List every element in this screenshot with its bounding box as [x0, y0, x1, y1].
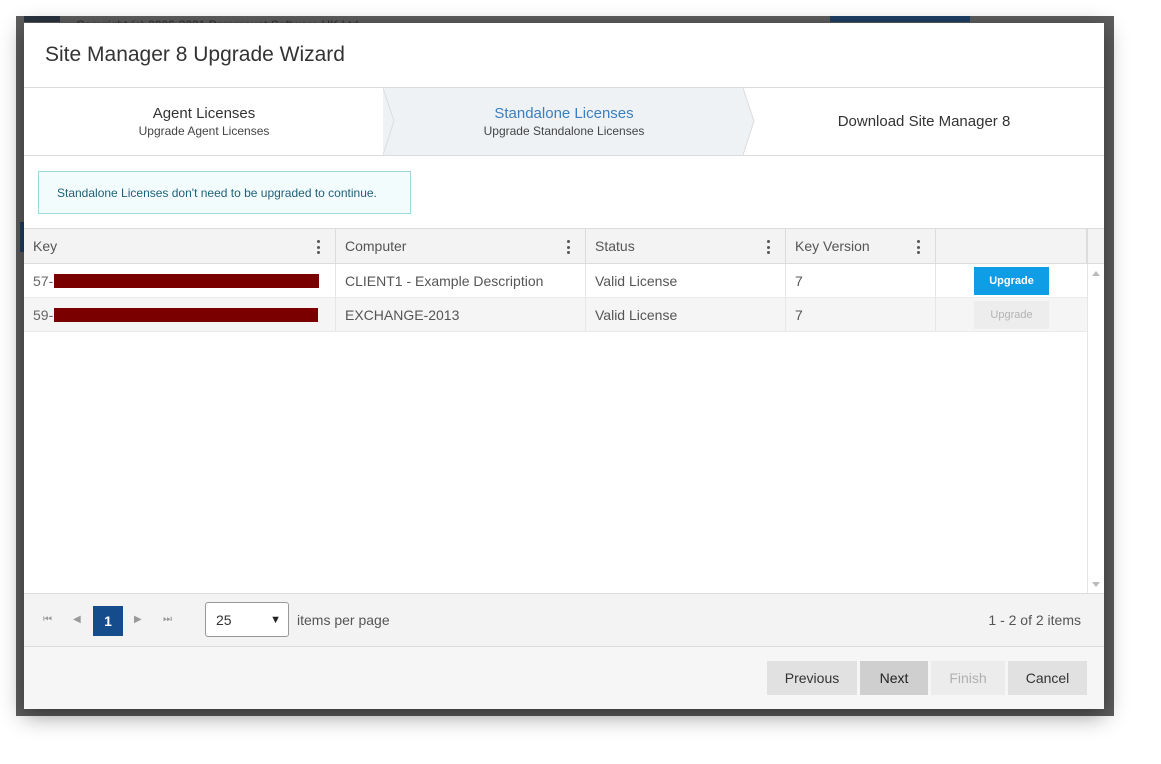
step-agent-licenses[interactable]: Agent Licenses Upgrade Agent Licenses: [24, 88, 384, 155]
wizard-steps: Agent Licenses Upgrade Agent Licenses St…: [24, 88, 1104, 156]
dialog-header: Site Manager 8 Upgrade Wizard: [24, 23, 1104, 88]
scroll-down-icon[interactable]: [1092, 582, 1100, 587]
column-header-status[interactable]: Status: [586, 229, 786, 263]
pager-info: 1 - 2 of 2 items: [988, 612, 1081, 628]
table-row[interactable]: 59- EXCHANGE-2013 Valid License 7 Upgrad…: [24, 298, 1087, 332]
app-logo: [24, 16, 60, 22]
items-per-page-label: items per page: [297, 612, 390, 628]
licenses-grid: Key Computer Status Key Version 57- CLIE…: [24, 228, 1104, 593]
key-prefix: 59-: [33, 306, 54, 323]
grid-header: Key Computer Status Key Version: [24, 228, 1087, 264]
cell-key: 57-: [24, 264, 336, 297]
column-header-label: Computer: [345, 238, 407, 254]
grid-pager: ⏮ ◀ 1 ▶ ⏭ 25 ▼ items per page 1 - 2 of 2…: [24, 593, 1104, 647]
scroll-up-icon[interactable]: [1092, 271, 1100, 276]
next-button[interactable]: Next: [860, 661, 928, 695]
key-prefix: 57-: [33, 272, 54, 289]
cell-computer: EXCHANGE-2013: [336, 298, 586, 331]
first-page-icon[interactable]: ⏮: [43, 614, 52, 625]
redacted-key: [54, 273, 320, 288]
upgrade-button[interactable]: Upgrade: [974, 266, 1049, 295]
step-standalone-licenses[interactable]: Standalone Licenses Upgrade Standalone L…: [384, 88, 744, 155]
cell-action: Upgrade: [936, 264, 1087, 297]
redacted-key: [54, 307, 319, 322]
page-size-select[interactable]: 25 ▼: [205, 602, 289, 637]
table-row[interactable]: 57- CLIENT1 - Example Description Valid …: [24, 264, 1087, 298]
cell-action: Upgrade: [936, 298, 1087, 331]
column-header-computer[interactable]: Computer: [336, 229, 586, 263]
grid-header-filler: [1087, 228, 1104, 264]
grid-rows: 57- CLIENT1 - Example Description Valid …: [24, 264, 1087, 332]
column-header-label: Key: [33, 238, 58, 254]
upgrade-button-disabled: Upgrade: [974, 300, 1049, 329]
step-title: Agent Licenses: [152, 105, 256, 122]
cell-status: Valid License: [586, 298, 786, 331]
cancel-button[interactable]: Cancel: [1008, 661, 1087, 695]
column-menu-icon[interactable]: [917, 240, 921, 254]
dialog-title: Site Manager 8 Upgrade Wizard: [45, 43, 345, 66]
step-separator-icon: [383, 88, 395, 155]
column-menu-icon[interactable]: [767, 240, 771, 254]
cell-key-version: 7: [786, 264, 936, 297]
chevron-down-icon: ▼: [270, 614, 281, 626]
last-page-icon[interactable]: ⏭: [163, 614, 172, 625]
cell-key-version: 7: [786, 298, 936, 331]
step-title: Standalone Licenses: [494, 105, 634, 122]
cell-key: 59-: [24, 298, 336, 331]
dialog-footer: Previous Next Finish Cancel: [24, 647, 1104, 709]
step-title: Download Site Manager 8: [837, 113, 1011, 130]
page-button-current[interactable]: 1: [93, 606, 123, 636]
cell-status: Valid License: [586, 264, 786, 297]
upgrade-wizard-dialog: Site Manager 8 Upgrade Wizard Agent Lice…: [24, 23, 1104, 709]
cell-computer: CLIENT1 - Example Description: [336, 264, 586, 297]
column-header-label: Status: [595, 238, 635, 254]
info-message: Standalone Licenses don't need to be upg…: [38, 171, 411, 214]
step-subtitle: Upgrade Agent Licenses: [138, 124, 270, 138]
finish-button: Finish: [931, 661, 1005, 695]
column-menu-icon[interactable]: [567, 240, 571, 254]
column-header-actions: [936, 229, 1087, 263]
column-header-label: Key Version: [795, 238, 870, 254]
column-menu-icon[interactable]: [317, 240, 321, 254]
step-subtitle: Upgrade Standalone Licenses: [483, 124, 645, 138]
step-separator-icon: [743, 88, 755, 155]
step-download-site-manager[interactable]: Download Site Manager 8: [744, 88, 1104, 155]
next-page-icon[interactable]: ▶: [134, 614, 142, 625]
page-size-value: 25: [216, 611, 232, 628]
column-header-key[interactable]: Key: [24, 229, 336, 263]
previous-button[interactable]: Previous: [767, 661, 857, 695]
column-header-key-version[interactable]: Key Version: [786, 229, 936, 263]
grid-scrollbar[interactable]: [1087, 264, 1104, 593]
prev-page-icon[interactable]: ◀: [73, 614, 81, 625]
app-header-button: [830, 16, 970, 22]
